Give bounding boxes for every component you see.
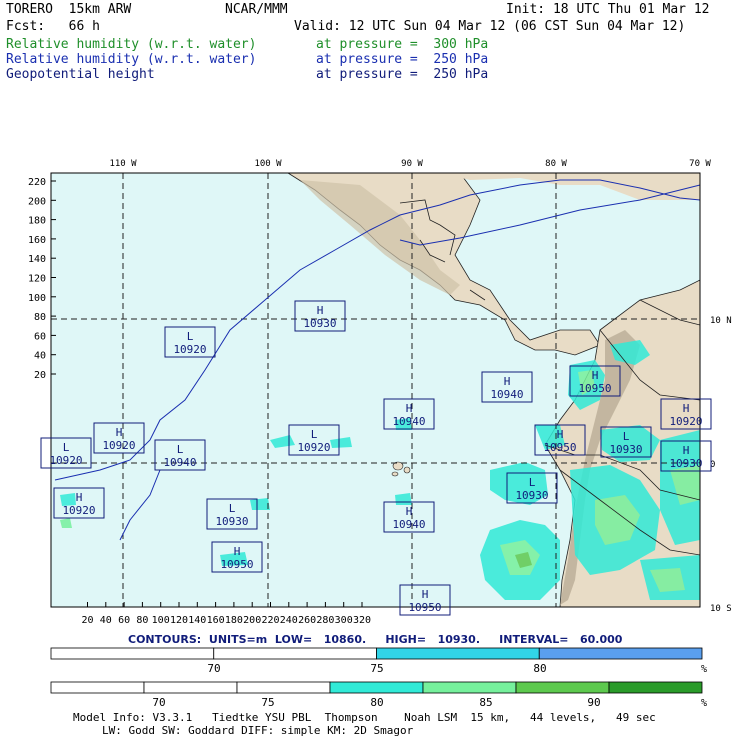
colorbar-label: 85 [479,696,492,709]
colorbar-segment [50,647,215,660]
colorbar-segment [329,681,424,694]
colorbar-label: 80 [533,662,546,675]
colorbar-unit: % [701,698,707,709]
colorbar-label: 75 [370,662,383,675]
colorbar-segment [143,681,238,694]
physics-info: LW: Godd SW: Goddard DIFF: simple KM: 2D… [102,724,414,737]
colorbar-segment [515,681,610,694]
colorbar-label: 80 [370,696,383,709]
colorbar-label: 90 [587,696,600,709]
colorbar-segment [213,647,377,660]
colorbars: 70 75 80 % 70 75 80 85 90% [50,647,707,709]
colorbar-segment [50,681,145,694]
colorbar_250: 70 75 80% [50,647,707,675]
colorbar-label: 75 [261,696,274,709]
colorbar-segment [422,681,517,694]
colorbar-segment [608,681,703,694]
colorbar-segment [236,681,331,694]
colorbar-label: 70 [207,662,220,675]
colorbar-label: 70 [152,696,165,709]
colorbar_300: 70 75 80 85 90% [50,681,707,709]
colorbar-segment [376,647,540,660]
colorbar-unit: % [701,664,707,675]
model-info: Model Info: V3.3.1 Tiedtke YSU PBL Thomp… [73,711,656,724]
colorbar-segment [538,647,703,660]
